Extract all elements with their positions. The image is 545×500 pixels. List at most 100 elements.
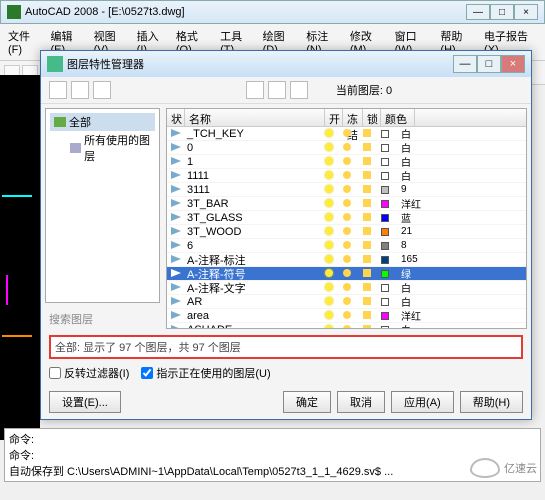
freeze-toggle[interactable] <box>343 128 363 140</box>
layer-rows[interactable]: _TCH_KEY白0白1白1111白311193T_BAR洋红3T_GLASS蓝… <box>167 127 526 328</box>
dialog-maximize-button[interactable]: □ <box>477 55 501 73</box>
freeze-toggle[interactable] <box>343 142 363 154</box>
on-toggle[interactable] <box>325 170 343 182</box>
freeze-toggle[interactable] <box>343 310 363 322</box>
set-current-icon[interactable] <box>290 81 308 99</box>
dialog-close-button[interactable]: × <box>501 55 525 73</box>
freeze-toggle[interactable] <box>343 324 363 329</box>
freeze-toggle[interactable] <box>343 226 363 238</box>
lock-toggle[interactable] <box>363 310 381 322</box>
new-layer-icon[interactable] <box>246 81 264 99</box>
on-toggle[interactable] <box>325 198 343 210</box>
layer-row[interactable]: area洋红 <box>167 309 526 323</box>
lock-toggle[interactable] <box>363 254 381 266</box>
on-toggle[interactable] <box>325 282 343 294</box>
color-swatch[interactable] <box>381 270 401 278</box>
color-swatch[interactable] <box>381 172 401 180</box>
on-toggle[interactable] <box>325 226 343 238</box>
help-button[interactable]: 帮助(H) <box>460 391 523 413</box>
col-lock[interactable]: 锁 <box>363 109 381 126</box>
lock-toggle[interactable] <box>363 198 381 210</box>
freeze-toggle[interactable] <box>343 156 363 168</box>
layer-row[interactable]: 3T_BAR洋红 <box>167 197 526 211</box>
on-toggle[interactable] <box>325 156 343 168</box>
apply-button[interactable]: 应用(A) <box>391 391 454 413</box>
freeze-toggle[interactable] <box>343 268 363 280</box>
color-swatch[interactable] <box>381 214 401 222</box>
color-swatch[interactable] <box>381 284 401 292</box>
layer-row[interactable]: AR白 <box>167 295 526 309</box>
layer-row[interactable]: A-注释-文字白 <box>167 281 526 295</box>
lock-toggle[interactable] <box>363 296 381 308</box>
lock-toggle[interactable] <box>363 156 381 168</box>
lock-toggle[interactable] <box>363 226 381 238</box>
freeze-toggle[interactable] <box>343 296 363 308</box>
freeze-toggle[interactable] <box>343 240 363 252</box>
indicate-used-checkbox[interactable]: 指示正在使用的图层(U) <box>141 365 270 381</box>
on-toggle[interactable] <box>325 184 343 196</box>
lock-toggle[interactable] <box>363 282 381 294</box>
lock-toggle[interactable] <box>363 240 381 252</box>
color-swatch[interactable] <box>381 298 401 306</box>
on-toggle[interactable] <box>325 310 343 322</box>
col-name[interactable]: 名称 <box>185 109 325 126</box>
invert-filter-checkbox[interactable]: 反转过滤器(I) <box>49 365 129 381</box>
color-swatch[interactable] <box>381 228 401 236</box>
on-toggle[interactable] <box>325 212 343 224</box>
lock-toggle[interactable] <box>363 142 381 154</box>
invert-filter-input[interactable] <box>49 367 61 379</box>
freeze-toggle[interactable] <box>343 254 363 266</box>
layer-row[interactable]: 3T_WOOD21 <box>167 225 526 239</box>
color-swatch[interactable] <box>381 144 401 152</box>
on-toggle[interactable] <box>325 324 343 329</box>
on-toggle[interactable] <box>325 254 343 266</box>
col-color[interactable]: 颜色 <box>381 109 415 126</box>
lock-toggle[interactable] <box>363 170 381 182</box>
layer-row[interactable]: 3T_GLASS蓝 <box>167 211 526 225</box>
maximize-button[interactable]: □ <box>490 4 514 20</box>
color-swatch[interactable] <box>381 200 401 208</box>
col-on[interactable]: 开 <box>325 109 343 126</box>
menu-item[interactable]: 文件(F) <box>4 26 45 58</box>
close-button[interactable]: × <box>514 4 538 20</box>
on-toggle[interactable] <box>325 268 343 280</box>
layer-row[interactable]: 1白 <box>167 155 526 169</box>
ok-button[interactable]: 确定 <box>283 391 331 413</box>
col-freeze[interactable]: 冻结 <box>343 109 363 126</box>
command-window[interactable]: 命令: 命令: 自动保存到 C:\Users\ADMINI~1\AppData\… <box>4 428 541 482</box>
new-filter-icon[interactable] <box>49 81 67 99</box>
tree-item-all[interactable]: 全部 <box>50 113 155 131</box>
freeze-toggle[interactable] <box>343 184 363 196</box>
minimize-button[interactable]: — <box>466 4 490 20</box>
lock-toggle[interactable] <box>363 184 381 196</box>
freeze-toggle[interactable] <box>343 170 363 182</box>
layer-row[interactable]: 0白 <box>167 141 526 155</box>
color-swatch[interactable] <box>381 312 401 320</box>
indicate-used-input[interactable] <box>141 367 153 379</box>
color-swatch[interactable] <box>381 186 401 194</box>
lock-toggle[interactable] <box>363 268 381 280</box>
filter-tree[interactable]: 全部 所有使用的图层 <box>45 108 160 303</box>
freeze-toggle[interactable] <box>343 198 363 210</box>
freeze-toggle[interactable] <box>343 282 363 294</box>
color-swatch[interactable] <box>381 242 401 250</box>
col-status[interactable]: 状 <box>167 109 185 126</box>
lock-toggle[interactable] <box>363 324 381 329</box>
on-toggle[interactable] <box>325 142 343 154</box>
on-toggle[interactable] <box>325 240 343 252</box>
layer-list-header[interactable]: 状 名称 开 冻结 锁 颜色 <box>167 109 526 127</box>
dialog-titlebar[interactable]: 图层特性管理器 — □ × <box>41 51 531 77</box>
drawing-canvas[interactable] <box>0 75 40 440</box>
color-swatch[interactable] <box>381 158 401 166</box>
color-swatch[interactable] <box>381 256 401 264</box>
lock-toggle[interactable] <box>363 212 381 224</box>
tree-item-used[interactable]: 所有使用的图层 <box>66 131 155 165</box>
dialog-minimize-button[interactable]: — <box>453 55 477 73</box>
new-group-icon[interactable] <box>71 81 89 99</box>
settings-button[interactable]: 设置(E)... <box>49 391 121 413</box>
layer-states-icon[interactable] <box>93 81 111 99</box>
layer-row[interactable]: _TCH_KEY白 <box>167 127 526 141</box>
delete-layer-icon[interactable] <box>268 81 286 99</box>
color-swatch[interactable] <box>381 326 401 329</box>
cancel-button[interactable]: 取消 <box>337 391 385 413</box>
